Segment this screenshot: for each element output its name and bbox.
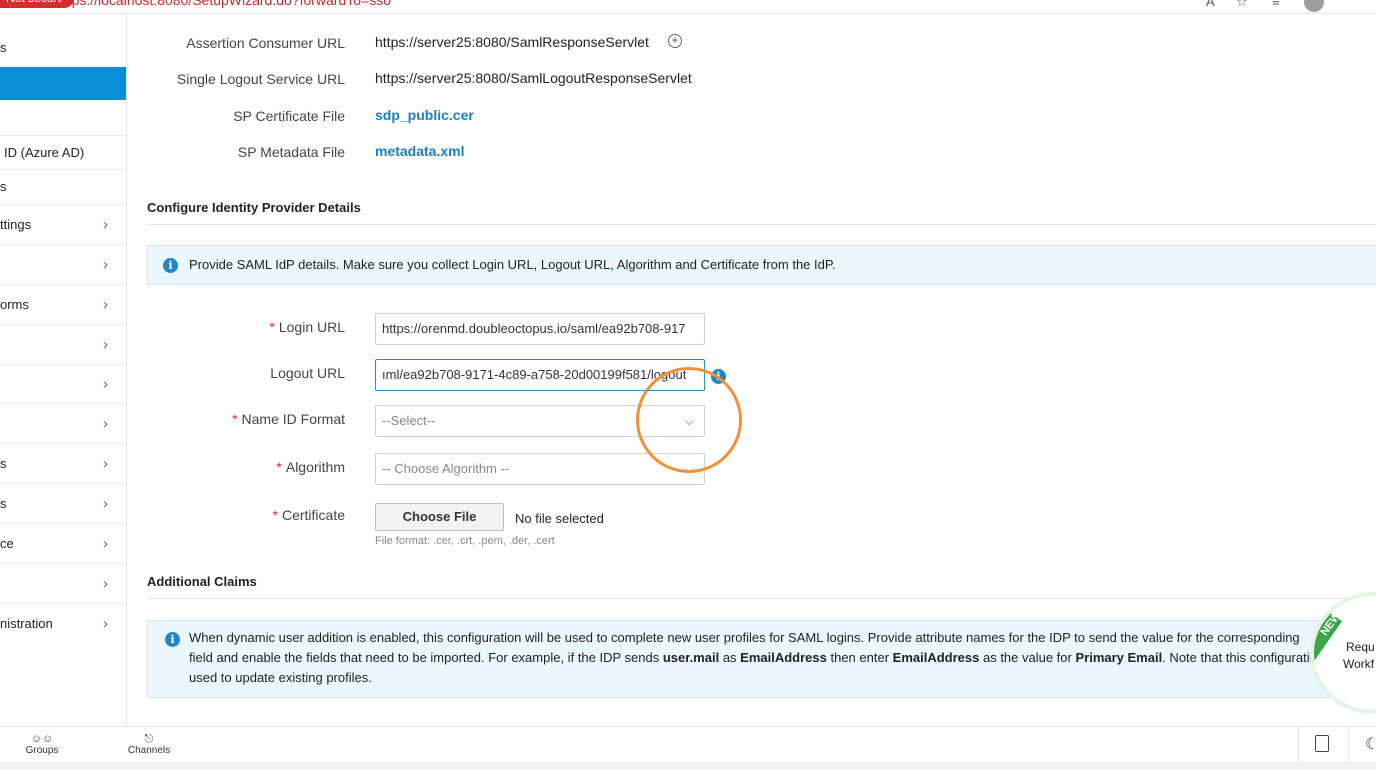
channels-label: Channels bbox=[127, 745, 171, 756]
sidebar-item-active[interactable] bbox=[0, 67, 126, 100]
claims-section-title: Additional Claims bbox=[147, 574, 257, 589]
sidebar-item-forms[interactable]: orms › bbox=[0, 284, 126, 324]
bottom-bar: ☺☺ Groups ⎋ Channels ☾ bbox=[0, 726, 1376, 763]
sidebar-item-0[interactable]: s bbox=[0, 34, 126, 62]
profile-avatar[interactable] bbox=[1304, 0, 1324, 12]
sidebar-item-label: ttings bbox=[0, 217, 32, 232]
claims-info-box: i When dynamic user addition is enabled,… bbox=[147, 620, 1376, 698]
browser-address-bar: Not secure https://localhost:8080/SetupW… bbox=[0, 0, 1376, 14]
chevron-right-icon: › bbox=[103, 215, 108, 233]
clipboard-icon bbox=[1315, 735, 1329, 752]
sidebar-item-10[interactable]: › bbox=[0, 403, 126, 443]
reading-list-icon[interactable]: ≡ bbox=[1272, 0, 1280, 9]
section-divider bbox=[147, 224, 1376, 225]
sidebar-item-label: s bbox=[0, 179, 7, 194]
sidebar-item-label: s bbox=[0, 40, 7, 55]
main-content: Assertion Consumer URL https://server25:… bbox=[127, 14, 1376, 726]
sidebar-item-6[interactable]: › bbox=[0, 244, 126, 284]
groups-label: Groups bbox=[25, 745, 59, 756]
sp-metadata-link[interactable]: metadata.xml bbox=[375, 143, 464, 159]
translate-icon[interactable]: A bbox=[1206, 0, 1215, 9]
sidebar-item-label: s bbox=[0, 456, 7, 471]
sp-metadata-label: SP Metadata File bbox=[237, 144, 345, 160]
highlight-ring bbox=[636, 367, 742, 473]
address-url[interactable]: https://localhost:8080/SetupWizard.do?fo… bbox=[56, 0, 391, 8]
sidebar-item-label: nistration bbox=[0, 616, 53, 631]
window-bottom-strip bbox=[0, 762, 1376, 770]
login-url-label: * Login URL bbox=[269, 319, 345, 335]
groups-icon: ☺☺ bbox=[30, 733, 54, 745]
add-circle-icon[interactable]: + bbox=[668, 34, 682, 48]
idp-info-box: i Provide SAML IdP details. Make sure yo… bbox=[147, 245, 1376, 285]
chevron-right-icon: › bbox=[103, 295, 108, 313]
section-divider bbox=[147, 598, 1376, 599]
sidebar-item-label: ce bbox=[0, 536, 14, 551]
chevron-right-icon: › bbox=[103, 335, 108, 353]
sidebar-item-12[interactable]: s › bbox=[0, 483, 126, 523]
sp-certificate-label: SP Certificate File bbox=[233, 108, 345, 124]
chevron-right-icon: › bbox=[103, 534, 108, 552]
idp-info-text: Provide SAML IdP details. Make sure you … bbox=[189, 257, 836, 272]
claims-info-text: When dynamic user addition is enabled, t… bbox=[189, 630, 1338, 685]
acs-url-label: Assertion Consumer URL bbox=[186, 35, 345, 51]
algorithm-label: * Algorithm bbox=[276, 459, 345, 475]
sidebar-item-8[interactable]: › bbox=[0, 324, 126, 364]
sidebar-item-label: orms bbox=[0, 297, 29, 312]
moon-icon: ☾ bbox=[1365, 736, 1376, 753]
name-id-format-label: * Name ID Format bbox=[232, 411, 345, 427]
certificate-label: * Certificate bbox=[272, 507, 345, 523]
chevron-right-icon: › bbox=[103, 255, 108, 273]
chevron-right-icon: › bbox=[103, 454, 108, 472]
slo-url-label: Single Logout Service URL bbox=[176, 71, 345, 87]
chevron-right-icon: › bbox=[103, 414, 108, 432]
new-badge-line2: Workf bbox=[1343, 657, 1375, 671]
idp-section-title: Configure Identity Provider Details bbox=[147, 200, 361, 215]
sidebar-item-settings[interactable]: ttings › bbox=[0, 204, 126, 244]
slo-url-value: https://server25:8080/SamlLogoutResponse… bbox=[375, 70, 692, 86]
sidebar-item-9[interactable]: › bbox=[0, 364, 126, 403]
sidebar-item-label: s bbox=[0, 496, 7, 511]
notes-button[interactable] bbox=[1298, 727, 1348, 763]
sidebar-item-13[interactable]: ce › bbox=[0, 523, 126, 563]
sidebar-item-label: ID (Azure AD) bbox=[4, 145, 85, 160]
bookmark-star-icon[interactable]: ☆ bbox=[1236, 0, 1248, 10]
sp-certificate-link[interactable]: sdp_public.cer bbox=[375, 107, 474, 123]
chevron-right-icon: › bbox=[103, 494, 108, 512]
sidebar-item-2[interactable] bbox=[0, 100, 126, 134]
sidebar-item-administration[interactable]: nistration › bbox=[0, 603, 126, 643]
theme-toggle-button[interactable]: ☾ bbox=[1348, 727, 1376, 763]
file-format-hint: File format: .cer, .crt, .pem, .der, .ce… bbox=[375, 535, 555, 547]
sidebar-item-14[interactable]: › bbox=[0, 563, 126, 603]
chevron-right-icon: › bbox=[103, 614, 108, 632]
channels-tab[interactable]: ⎋ Channels bbox=[126, 733, 172, 756]
chevron-right-icon: › bbox=[103, 574, 108, 592]
new-badge-line1: Requ bbox=[1346, 640, 1375, 654]
no-file-selected-text: No file selected bbox=[515, 511, 604, 526]
sidebar: s ID (Azure AD) s ttings › › orms › › › › … bbox=[0, 14, 127, 726]
channels-icon: ⎋ bbox=[144, 733, 154, 745]
acs-url-value: https://server25:8080/SamlResponseServle… bbox=[375, 34, 649, 50]
sidebar-item-4[interactable]: s bbox=[0, 169, 126, 203]
info-icon: i bbox=[165, 632, 180, 647]
groups-tab[interactable]: ☺☺ Groups bbox=[24, 733, 60, 756]
info-icon: i bbox=[163, 258, 178, 273]
login-url-input[interactable]: https://orenmd.doubleoctopus.io/saml/ea9… bbox=[375, 313, 705, 345]
sidebar-item-azure-ad[interactable]: ID (Azure AD) bbox=[0, 135, 126, 169]
choose-file-button[interactable]: Choose File bbox=[375, 503, 504, 531]
logout-url-label: Logout URL bbox=[270, 365, 345, 381]
sidebar-item-11[interactable]: s › bbox=[0, 443, 126, 483]
chevron-right-icon: › bbox=[103, 375, 108, 393]
